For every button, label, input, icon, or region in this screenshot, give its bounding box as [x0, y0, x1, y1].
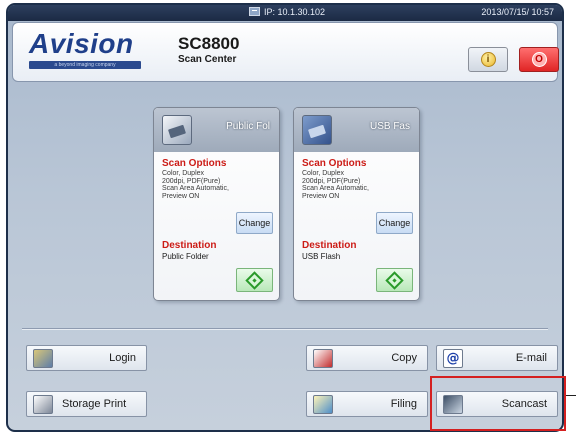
change-button[interactable]: Change	[376, 212, 413, 234]
model-name: SC8800	[178, 34, 240, 53]
scan-options-heading: Scan Options	[302, 158, 367, 169]
power-icon: O	[531, 52, 547, 67]
copy-label: Copy	[391, 352, 417, 364]
network-icon	[249, 7, 260, 16]
card-body: Scan Options Color, Duplex 200dpi, PDF(P…	[162, 159, 274, 200]
change-button[interactable]: Change	[236, 212, 273, 234]
option-line: 200dpi, PDF(Pure)	[162, 177, 221, 185]
option-line: Color, Duplex	[302, 170, 345, 177]
usb-icon	[302, 115, 332, 145]
option-line: 200dpi, PDF(Pure)	[302, 177, 361, 185]
app-subtitle: Scan Center	[178, 54, 237, 65]
workflow-card-public-folder[interactable]: Public Fol Scan Options Color, Duplex 20…	[153, 107, 280, 301]
email-label: E-mail	[515, 352, 547, 364]
datetime: 2013/07/15/ 10:57	[481, 7, 554, 17]
storage-print-button[interactable]: Storage Print	[26, 391, 147, 417]
card-body: Scan Options Color, Duplex 200dpi, PDF(P…	[302, 159, 414, 200]
destination-value: Public Folder	[162, 252, 209, 261]
card-title: Public Fol	[226, 121, 270, 132]
workflow-card-usb-flash[interactable]: USB Fas Scan Options Color, Duplex 200dp…	[293, 107, 420, 301]
card-title: USB Fas	[369, 121, 410, 132]
copy-icon	[313, 349, 333, 368]
filing-button[interactable]: Filing	[306, 391, 428, 417]
start-icon	[385, 270, 404, 290]
logo-text: Avision	[29, 28, 134, 59]
start-scan-button[interactable]	[376, 268, 413, 292]
login-button[interactable]: Login	[26, 345, 147, 371]
filing-label: Filing	[390, 398, 417, 410]
destination-heading: Destination	[302, 240, 357, 251]
ip-address: IP: 10.1.30.102	[249, 7, 325, 17]
avision-logo: Avision a beyond imaging company	[29, 29, 147, 73]
info-icon: i	[480, 52, 496, 67]
scancast-highlight-box	[430, 376, 566, 431]
scan-options-heading: Scan Options	[162, 158, 227, 169]
divider	[22, 328, 548, 330]
destination-block: Destination Public Folder	[162, 240, 217, 262]
option-line: Scan Area Automatic,	[162, 185, 229, 192]
option-line: Color, Duplex	[162, 170, 205, 177]
destination-heading: Destination	[162, 240, 217, 251]
ip-text: IP: 10.1.30.102	[264, 7, 326, 17]
login-label: Login	[109, 352, 136, 364]
scan-options-values: Color, Duplex 200dpi, PDF(Pure) Scan Are…	[302, 170, 414, 200]
start-icon	[245, 270, 264, 290]
email-button[interactable]: @ E-mail	[436, 345, 558, 371]
destination-value: USB Flash	[302, 252, 341, 261]
power-button[interactable]: O	[519, 47, 559, 72]
scanner-icon	[162, 115, 192, 145]
logo-tagline: a beyond imaging company	[29, 61, 141, 69]
status-bar: IP: 10.1.30.102 2013/07/15/ 10:57	[8, 5, 562, 21]
header: Avision a beyond imaging company SC8800 …	[12, 22, 559, 82]
start-scan-button[interactable]	[236, 268, 273, 292]
filing-icon	[313, 395, 333, 414]
email-icon: @	[443, 349, 463, 368]
copy-button[interactable]: Copy	[306, 345, 428, 371]
storage-print-label: Storage Print	[62, 398, 127, 410]
destination-block: Destination USB Flash	[302, 240, 357, 262]
card-header: Public Fol	[154, 108, 279, 152]
scan-options-values: Color, Duplex 200dpi, PDF(Pure) Scan Are…	[162, 170, 274, 200]
card-header: USB Fas	[294, 108, 419, 152]
option-line: Scan Area Automatic,	[302, 185, 369, 192]
app-frame: IP: 10.1.30.102 2013/07/15/ 10:57 Avisio…	[6, 3, 564, 432]
info-button[interactable]: i	[468, 47, 508, 72]
login-icon	[33, 349, 53, 368]
option-line: Preview ON	[302, 192, 340, 200]
option-line: Preview ON	[162, 192, 200, 200]
callout-line	[566, 395, 576, 396]
storage-print-icon	[33, 395, 53, 414]
